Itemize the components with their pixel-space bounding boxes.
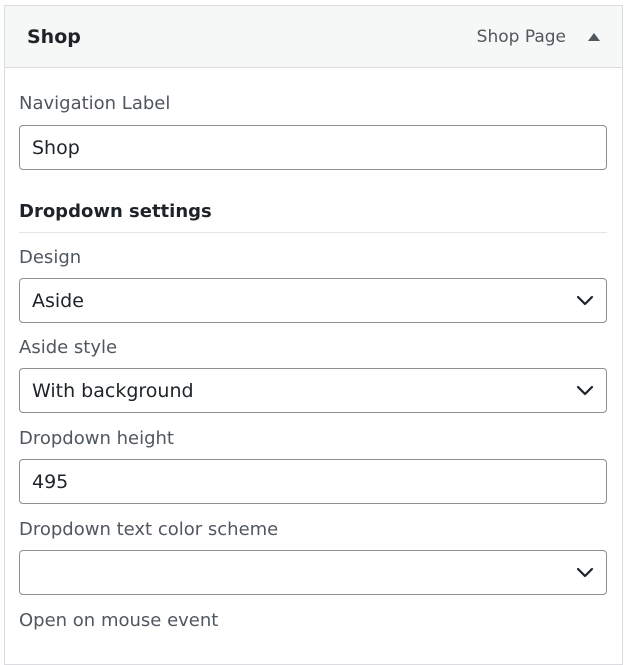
text-color-scheme-select[interactable] bbox=[19, 550, 607, 595]
aside-style-label: Aside style bbox=[19, 337, 118, 358]
chevron-down-icon bbox=[576, 385, 594, 395]
design-label: Design bbox=[19, 247, 82, 268]
design-select[interactable]: Aside bbox=[19, 278, 607, 323]
menu-item-header[interactable]: Shop Shop Page bbox=[5, 6, 622, 68]
text-color-scheme-label: Dropdown text color scheme bbox=[19, 519, 279, 540]
aside-style-selected-value: With background bbox=[32, 379, 194, 402]
menu-item-title: Shop bbox=[27, 25, 81, 48]
aside-style-select[interactable]: With background bbox=[19, 368, 607, 413]
menu-item-settings: Navigation Label Shop Dropdown settings … bbox=[5, 68, 622, 632]
design-selected-value: Aside bbox=[32, 289, 84, 312]
menu-item-type: Shop Page bbox=[476, 26, 566, 47]
dropdown-settings-heading: Dropdown settings bbox=[19, 201, 607, 233]
chevron-down-icon bbox=[576, 567, 594, 577]
open-on-mouse-event-label: Open on mouse event bbox=[19, 610, 219, 631]
dropdown-height-value: 495 bbox=[32, 470, 69, 493]
menu-item-panel: Shop Shop Page Navigation Label Shop Dro… bbox=[4, 5, 623, 665]
dropdown-height-input[interactable]: 495 bbox=[19, 459, 607, 504]
triangle-up-icon bbox=[588, 32, 600, 41]
toggle-button[interactable] bbox=[582, 25, 606, 49]
chevron-down-icon bbox=[576, 295, 594, 305]
dropdown-height-label: Dropdown height bbox=[19, 428, 174, 449]
navigation-label-value: Shop bbox=[32, 136, 80, 159]
navigation-label-label: Navigation Label bbox=[19, 93, 171, 114]
navigation-label-input[interactable]: Shop bbox=[19, 125, 607, 170]
